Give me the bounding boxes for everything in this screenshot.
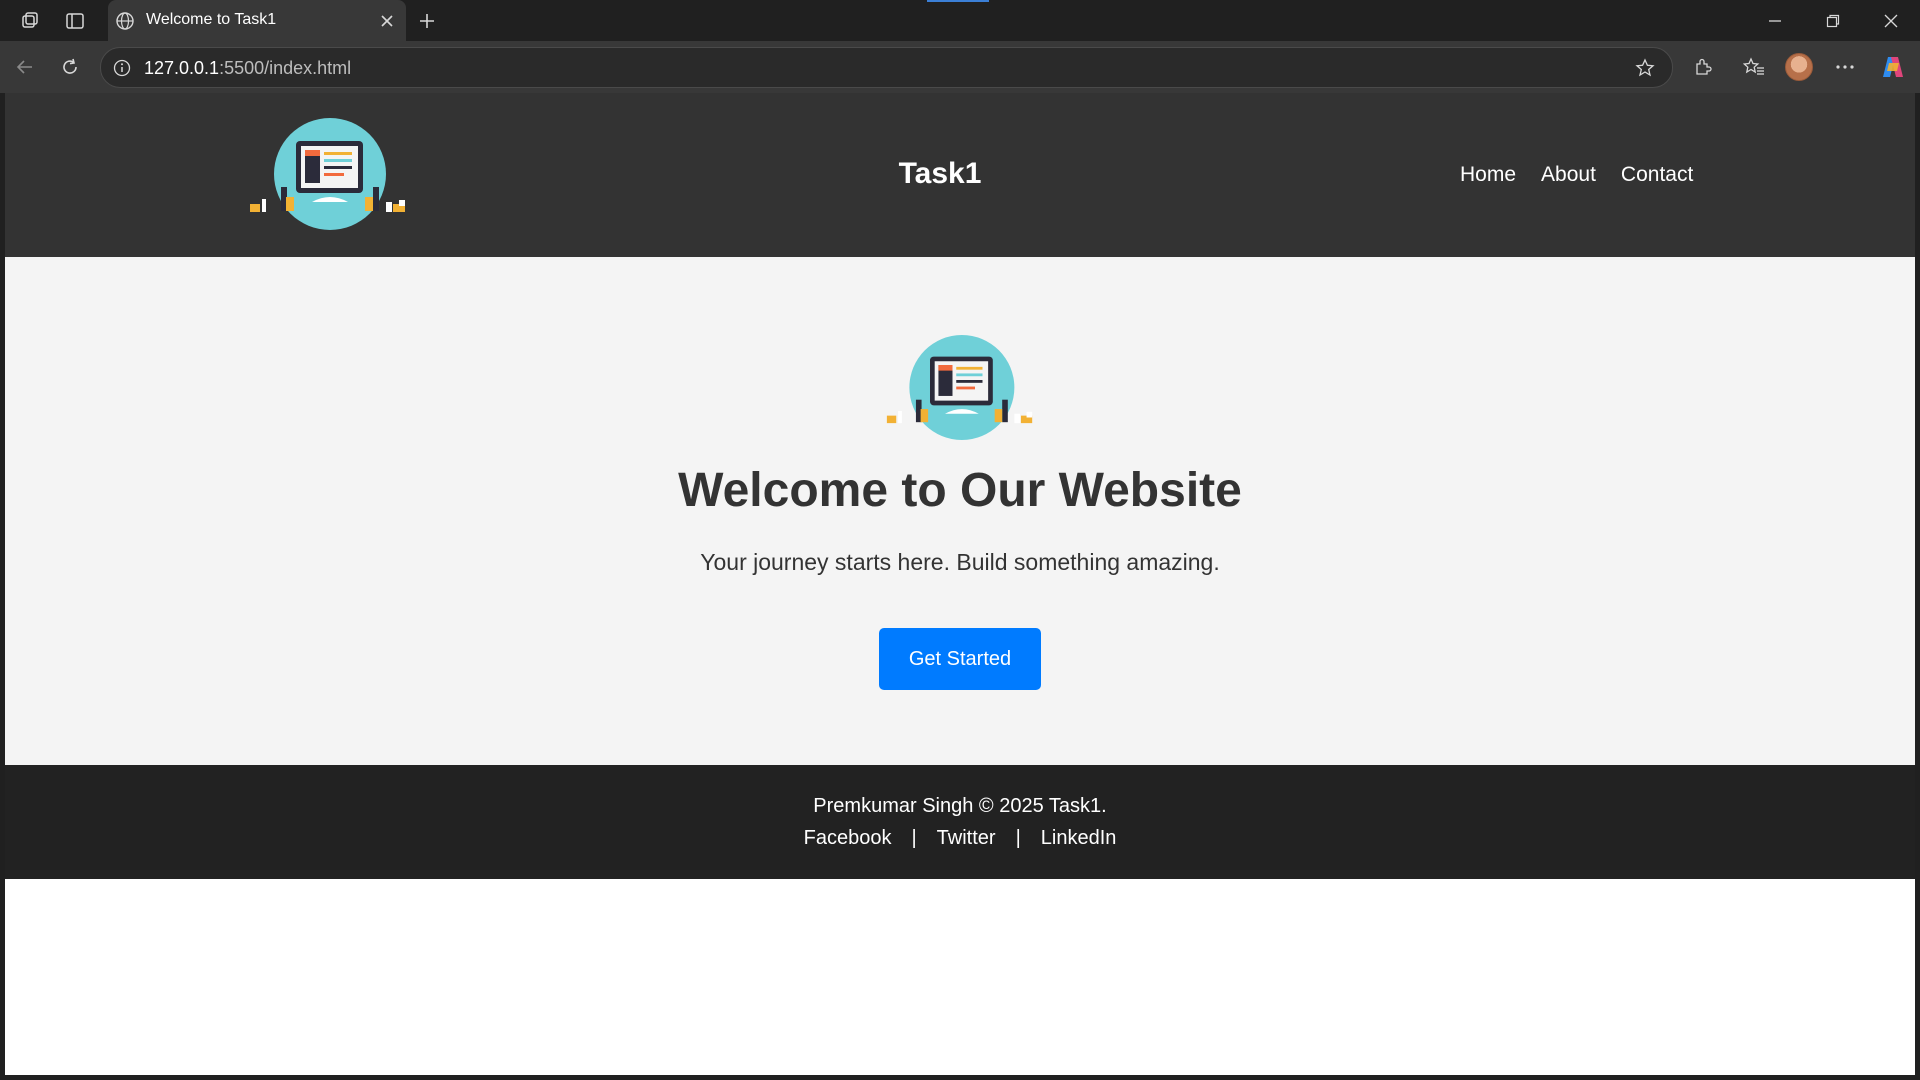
- copyright-text: Premkumar Singh © 2025 Task1.: [813, 795, 1107, 817]
- url-host: 127.0.0.1: [144, 58, 220, 78]
- copilot-icon[interactable]: [1879, 53, 1907, 81]
- hero-title: Welcome to Our Website: [678, 464, 1242, 517]
- nav-contact[interactable]: Contact: [1621, 163, 1693, 187]
- tab-title: Welcome to Task1: [146, 11, 277, 28]
- refresh-icon[interactable]: [57, 54, 83, 80]
- url-path: :5500/index.html: [219, 58, 352, 78]
- favorite-star-icon[interactable]: [1633, 57, 1657, 79]
- workspaces-icon[interactable]: [16, 8, 44, 34]
- hero-section: Welcome to Our Website Your journey star…: [5, 257, 1915, 765]
- page-viewport: Task1 Home About Contact Welcome to Our …: [5, 93, 1915, 1075]
- minimize-icon[interactable]: [1762, 8, 1788, 34]
- back-icon[interactable]: [12, 54, 38, 80]
- active-tab[interactable]: Welcome to Task1: [108, 0, 406, 41]
- main-nav: Home About Contact: [1460, 163, 1693, 187]
- site-header: Task1 Home About Contact: [5, 93, 1915, 257]
- site-footer: Premkumar Singh © 2025 Task1. Facebook |…: [5, 765, 1915, 879]
- site-info-icon[interactable]: [111, 57, 133, 79]
- globe-icon: [114, 10, 136, 32]
- close-icon[interactable]: [376, 10, 398, 32]
- window-bottom-edge: [0, 1075, 1920, 1080]
- window-close-icon[interactable]: [1878, 8, 1904, 34]
- favorites-icon[interactable]: [1741, 54, 1767, 80]
- link-separator: |: [1015, 827, 1021, 849]
- url-text[interactable]: 127.0.0.1:5500/index.html: [144, 58, 351, 79]
- nav-about[interactable]: About: [1541, 163, 1596, 187]
- more-icon[interactable]: [1832, 54, 1858, 80]
- new-tab-icon[interactable]: [414, 8, 440, 34]
- drag-indicator: [927, 0, 989, 2]
- toolbar: 127.0.0.1:5500/index.html: [0, 41, 1920, 93]
- link-separator: |: [911, 827, 917, 849]
- nav-home[interactable]: Home: [1460, 163, 1516, 187]
- tab-strip: Welcome to Task1: [0, 0, 1920, 41]
- hero-logo-image: [886, 335, 1033, 440]
- hero-subtitle: Your journey starts here. Build somethin…: [700, 549, 1220, 575]
- profile-avatar[interactable]: [1785, 53, 1813, 81]
- restore-icon[interactable]: [1820, 8, 1846, 34]
- twitter-link[interactable]: Twitter: [937, 827, 996, 850]
- social-links: Facebook | Twitter | LinkedIn: [5, 827, 1915, 850]
- facebook-link[interactable]: Facebook: [804, 827, 892, 850]
- address-bar[interactable]: 127.0.0.1:5500/index.html: [100, 47, 1673, 88]
- vertical-tabs-icon[interactable]: [61, 8, 89, 34]
- get-started-button[interactable]: Get Started: [879, 628, 1041, 690]
- linkedin-link[interactable]: LinkedIn: [1041, 827, 1117, 850]
- extensions-icon[interactable]: [1690, 54, 1716, 80]
